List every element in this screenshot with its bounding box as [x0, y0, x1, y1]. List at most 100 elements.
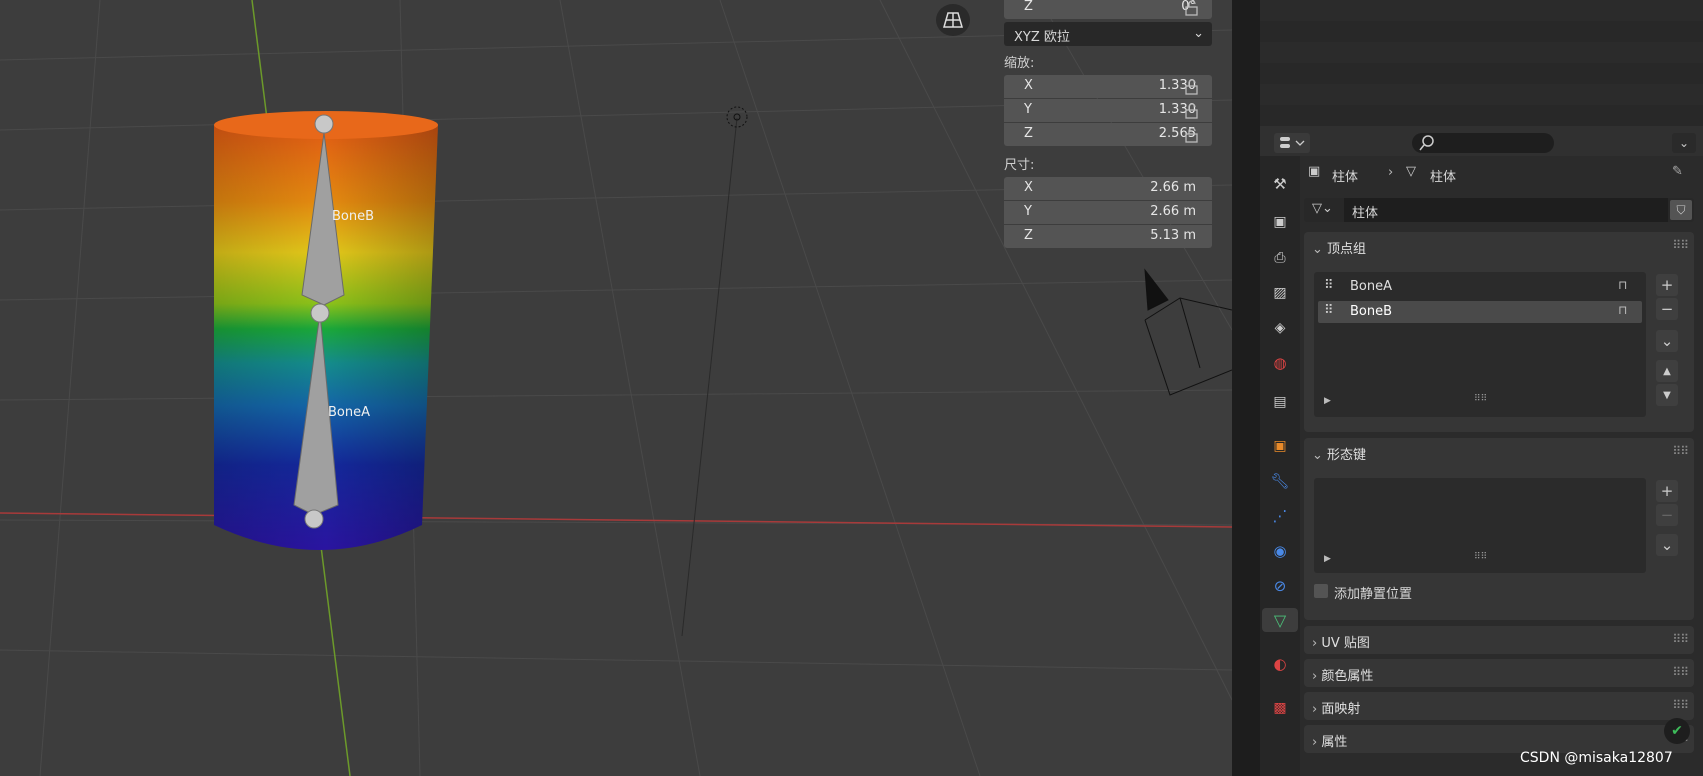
- move-up-button[interactable]: ▲: [1656, 360, 1678, 382]
- add-vertex-group-button[interactable]: +: [1656, 274, 1678, 296]
- drag-handle-icon[interactable]: ⠿⠿: [1672, 665, 1689, 679]
- resize-handle-icon[interactable]: ⠿⠿: [1474, 394, 1487, 404]
- dimensions-label: 尺寸:: [1004, 158, 1035, 173]
- uv-maps-panel[interactable]: › UV 贴图 ⠿⠿: [1304, 626, 1694, 654]
- dimension-z-field[interactable]: Z 5.13 m: [1004, 225, 1212, 248]
- camera-back-icon: ▣: [1273, 214, 1287, 230]
- scale-z-field[interactable]: Z 2.565: [1004, 123, 1212, 146]
- move-down-button[interactable]: ▼: [1656, 384, 1678, 406]
- object-icon: ▣: [1308, 164, 1321, 179]
- light-gizmo: [726, 106, 748, 128]
- breadcrumb-data: 柱体: [1430, 170, 1457, 185]
- add-shape-key-button[interactable]: +: [1656, 480, 1678, 502]
- shape-keys-header[interactable]: ⌄ 形态键: [1312, 444, 1366, 463]
- remove-vertex-group-button[interactable]: −: [1656, 298, 1678, 320]
- tab-texture[interactable]: ▩: [1268, 696, 1292, 720]
- lock-icon[interactable]: [1184, 79, 1200, 95]
- tab-render[interactable]: ▣: [1268, 210, 1292, 234]
- breadcrumb: ▣ 柱体 › ▽ 柱体 ✎: [1308, 164, 1688, 186]
- cylinder-mesh[interactable]: BoneB BoneA: [210, 105, 440, 565]
- drag-handle-icon[interactable]: ⠿⠿: [1672, 632, 1689, 646]
- shape-key-specials-button[interactable]: ⌄: [1656, 534, 1678, 556]
- pin-icon[interactable]: ✎: [1672, 164, 1683, 179]
- mesh-name-field[interactable]: 柱体: [1344, 198, 1668, 222]
- object-cube-icon: ▣: [1273, 438, 1287, 454]
- add-rest-position-checkbox[interactable]: [1314, 584, 1328, 598]
- resize-handle-icon[interactable]: ⠿⠿: [1474, 552, 1487, 562]
- bone-a-label: BoneA: [328, 405, 371, 420]
- shape-keys-panel: ⌄ 形态键 ⠿⠿ ▶ ⠿⠿ + − ⌄ 添加静置位置: [1304, 438, 1694, 620]
- dimension-y-field[interactable]: Y 2.66 m: [1004, 201, 1212, 224]
- vertex-group-icon: ⠿: [1324, 278, 1334, 293]
- color-attributes-panel[interactable]: › 颜色属性 ⠿⠿: [1304, 659, 1694, 687]
- lock-icon[interactable]: [1184, 127, 1200, 143]
- editor-type-button[interactable]: [1274, 133, 1310, 153]
- tab-material[interactable]: ◐: [1268, 652, 1292, 676]
- chevron-right-icon: ›: [1388, 165, 1394, 180]
- scale-y-field[interactable]: Y 1.330: [1004, 99, 1212, 122]
- tab-data[interactable]: ▽: [1262, 608, 1298, 632]
- lock-icon[interactable]: ⊓: [1618, 278, 1627, 292]
- add-rest-position-label: 添加静置位置: [1334, 587, 1413, 602]
- list-item-selected[interactable]: ⠿ BoneB ⊓: [1318, 301, 1642, 323]
- image-icon: ▨: [1273, 285, 1287, 301]
- remove-shape-key-button[interactable]: −: [1656, 504, 1678, 526]
- particles-icon: ⋰: [1272, 507, 1288, 525]
- material-sphere-icon: ◐: [1273, 655, 1287, 673]
- properties-header: ⌄: [1260, 130, 1703, 156]
- lock-icon[interactable]: ⊓: [1618, 303, 1627, 317]
- dimension-x-field[interactable]: X 2.66 m: [1004, 177, 1212, 200]
- mesh-selector[interactable]: ▽⌄ 柱体 ⛉: [1304, 198, 1694, 222]
- perspective-toggle-button[interactable]: [936, 4, 970, 36]
- drag-handle-icon[interactable]: ⠿⠿: [1672, 238, 1689, 252]
- tab-scene[interactable]: ◈: [1268, 316, 1292, 340]
- tab-tool[interactable]: ⚒: [1268, 172, 1292, 196]
- drag-handle-icon[interactable]: ⠿⠿: [1672, 444, 1689, 458]
- vertex-group-specials-button[interactable]: ⌄: [1656, 330, 1678, 352]
- 3d-viewport[interactable]: BoneB BoneA Z 0° XYZ 欧拉 ⌄ 缩放: X 1.330 Y: [0, 0, 1232, 776]
- expand-filter-icon[interactable]: ▶: [1324, 396, 1331, 406]
- tab-object[interactable]: ▣: [1268, 434, 1292, 458]
- fake-user-shield-icon[interactable]: ⛉: [1670, 200, 1692, 220]
- chevron-right-icon: ›: [1312, 636, 1322, 651]
- mesh-data-icon: ▽: [1406, 164, 1416, 179]
- tab-world[interactable]: ◍: [1268, 351, 1292, 375]
- outliner[interactable]: [1260, 0, 1703, 126]
- list-item[interactable]: ⠿ BoneA ⊓: [1318, 276, 1642, 298]
- expand-filter-icon[interactable]: ▶: [1324, 554, 1331, 564]
- camera-gizmo: [1144, 268, 1232, 396]
- breadcrumb-object: 柱体: [1332, 170, 1359, 185]
- tab-constraints[interactable]: ⊘: [1268, 574, 1292, 598]
- attributes-panel[interactable]: › 属性 ⠿⠿: [1304, 725, 1694, 753]
- tab-particles[interactable]: ⋰: [1268, 504, 1292, 528]
- wrench-icon: 🔧︎: [1270, 472, 1290, 490]
- chevron-down-icon: ⌄: [1312, 242, 1328, 257]
- area-divider[interactable]: [1232, 0, 1260, 776]
- rotation-mode-dropdown[interactable]: XYZ 欧拉 ⌄: [1004, 22, 1212, 46]
- perspective-grid-icon: [943, 12, 963, 28]
- options-dropdown-button[interactable]: ⌄: [1672, 133, 1696, 153]
- rotation-z-field[interactable]: Z 0°: [1004, 0, 1212, 19]
- vertex-groups-header[interactable]: ⌄ 顶点组: [1312, 238, 1366, 257]
- drag-handle-icon[interactable]: ⠿⠿: [1672, 698, 1689, 712]
- tab-collection[interactable]: ▤: [1268, 390, 1292, 414]
- physics-icon: ◉: [1273, 542, 1287, 560]
- shape-key-list[interactable]: ▶ ⠿⠿: [1314, 478, 1646, 573]
- vertex-group-list[interactable]: ⠿ BoneA ⊓ ⠿ BoneB ⊓ ▶ ⠿⠿: [1314, 272, 1646, 417]
- vertex-group-icon: ⠿: [1324, 303, 1334, 318]
- face-maps-panel[interactable]: › 面映射 ⠿⠿: [1304, 692, 1694, 720]
- lock-icon[interactable]: [1184, 0, 1200, 16]
- scale-label: 缩放:: [1004, 56, 1035, 71]
- search-input[interactable]: [1412, 133, 1554, 153]
- scale-x-field[interactable]: X 1.330: [1004, 75, 1212, 98]
- tab-physics[interactable]: ◉: [1268, 539, 1292, 563]
- vertex-groups-panel: ⌄ 顶点组 ⠿⠿ ⠿ BoneA ⊓ ⠿ BoneB ⊓ ▶ ⠿⠿ + − ⌄ …: [1304, 232, 1694, 432]
- tab-output[interactable]: ⎙: [1268, 246, 1292, 270]
- lock-icon[interactable]: [1184, 103, 1200, 119]
- tab-view-layer[interactable]: ▨: [1268, 281, 1292, 305]
- bone-b-head-joint: [314, 114, 334, 134]
- chevron-right-icon: ›: [1312, 735, 1322, 750]
- shield-check-icon: ✔: [1664, 718, 1690, 744]
- tab-modifiers[interactable]: 🔧︎: [1268, 469, 1292, 493]
- editor-type-icon: [1280, 137, 1305, 148]
